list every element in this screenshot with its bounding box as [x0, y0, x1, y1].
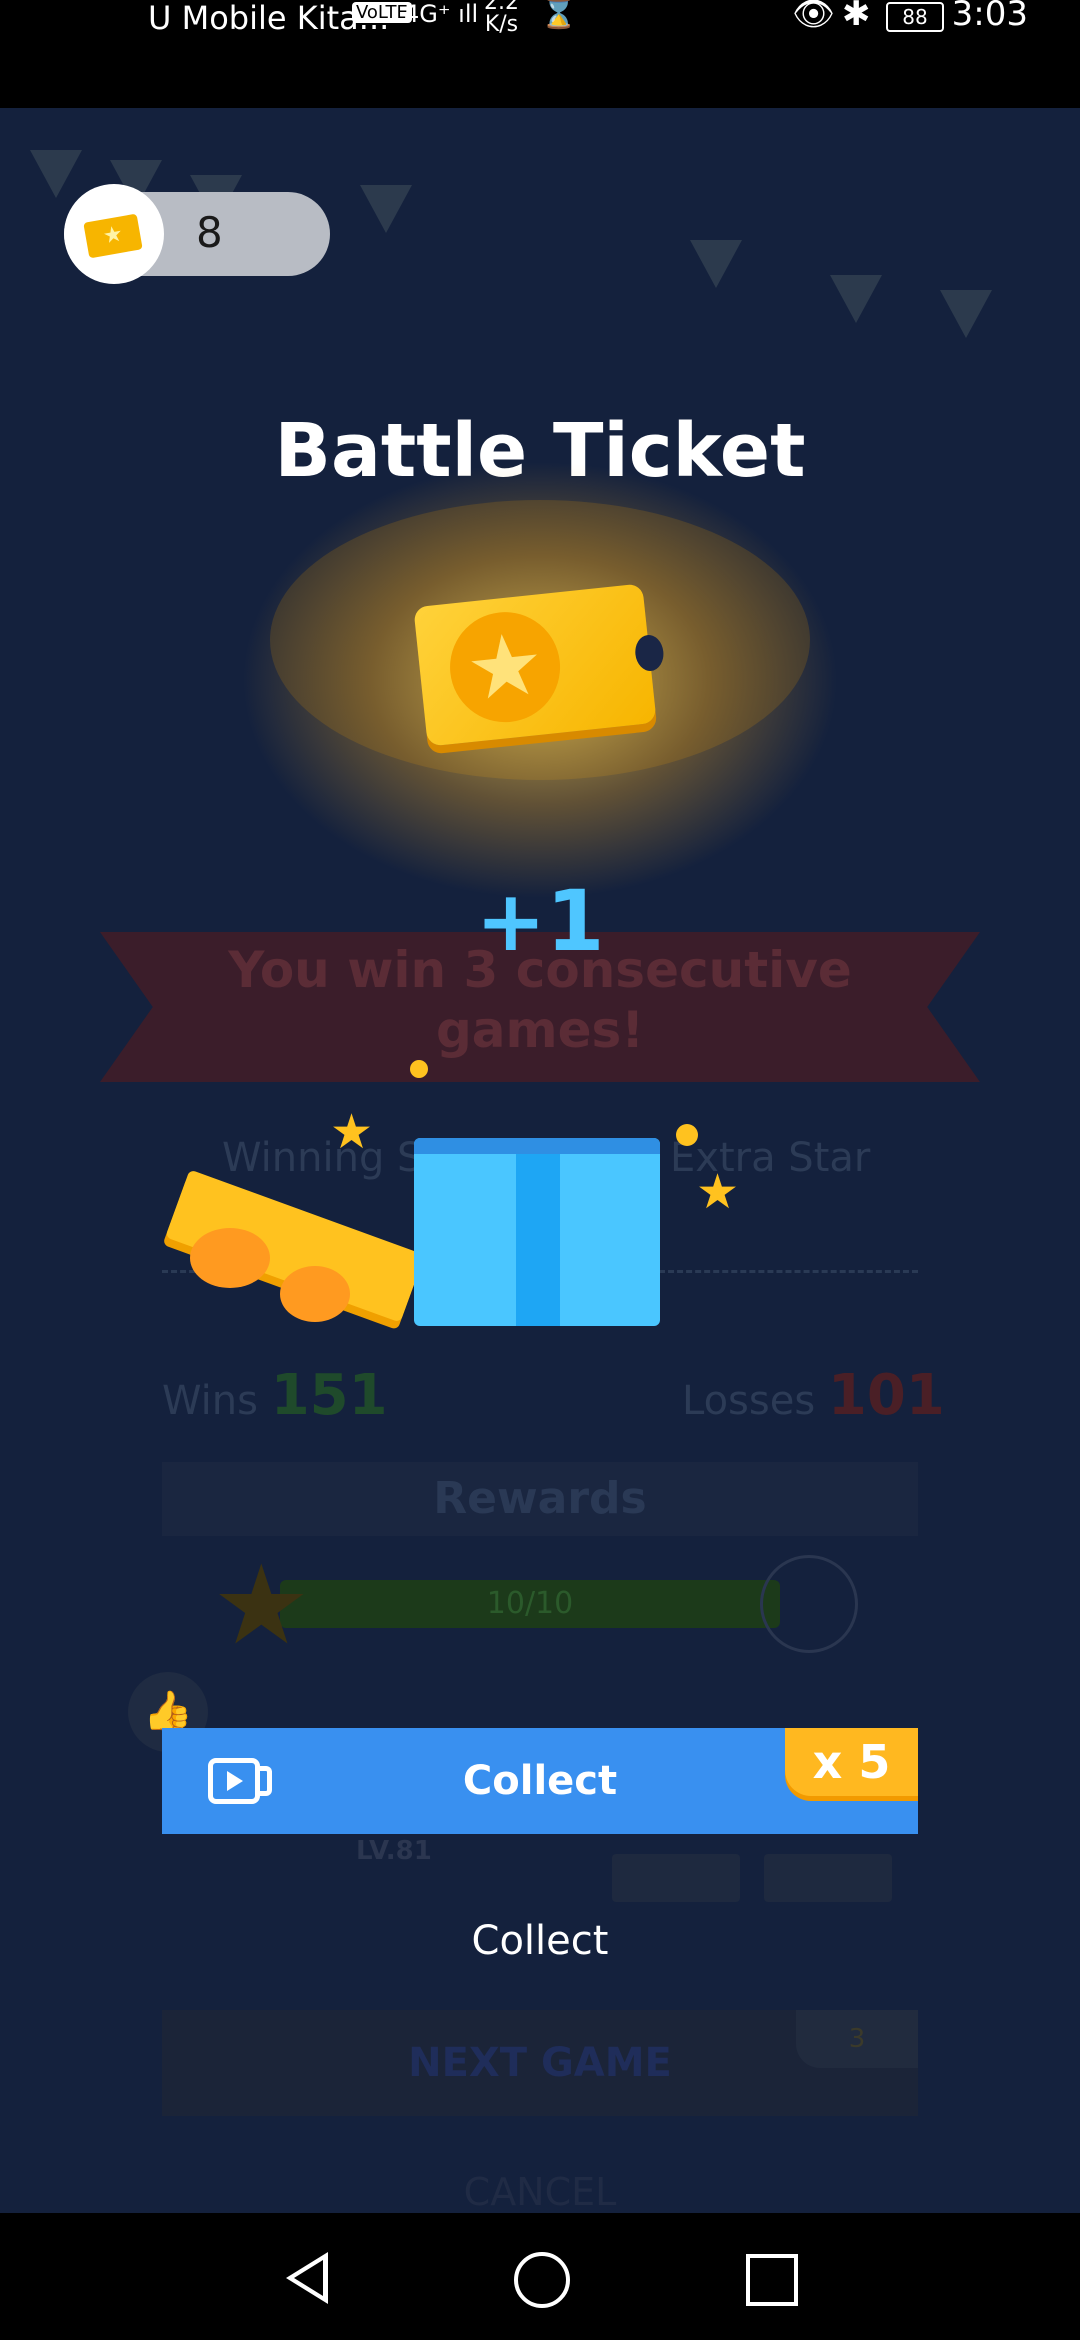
sparkle-star-icon: ★	[696, 1164, 740, 1220]
losses-value: 101	[827, 1363, 945, 1428]
multiplier-badge: x 5	[785, 1728, 918, 1796]
bunting-flag	[360, 185, 412, 233]
hourglass-icon: ⌛	[540, 0, 578, 31]
eye-comfort-icon: 👁	[792, 0, 844, 34]
bunting-flag	[30, 150, 82, 198]
gift-bow	[280, 1266, 350, 1322]
recent-apps-icon[interactable]	[746, 2254, 798, 2306]
bunting-flag	[940, 290, 992, 338]
winning-streak-label: Winning S	[222, 1135, 423, 1181]
gift-box-rim	[414, 1138, 660, 1154]
dislike-button	[612, 1854, 740, 1902]
player-level: LV.81	[356, 1836, 432, 1866]
star-icon: ★	[212, 1541, 311, 1669]
sparkle-dot	[676, 1124, 698, 1146]
network-speed: 2.2 K/s	[484, 0, 519, 36]
sparkle-star-icon: ★	[330, 1104, 374, 1160]
like-button	[764, 1854, 892, 1902]
bunting-flag	[830, 275, 882, 323]
bunting-flag	[690, 240, 742, 288]
wins-value: 151	[270, 1363, 388, 1428]
volte-badge: VoLTE	[352, 2, 412, 23]
cancel-link: CANCEL	[463, 2170, 617, 2214]
ticket-count: 8	[196, 208, 223, 257]
back-icon-inner	[294, 2260, 323, 2296]
next-game-cost: 3	[796, 2010, 918, 2068]
status-bar: U Mobile Kita... VoLTE 4G⁺ ıll 2.2 K/s ⌛…	[0, 0, 1080, 108]
rewards-progress: 10/10	[280, 1580, 780, 1628]
losses-label: Losses	[682, 1378, 816, 1424]
collect-button[interactable]: Collect	[0, 1918, 1080, 1964]
losses-stat: Losses 101	[682, 1363, 945, 1428]
ticket-reward-icon	[760, 1555, 858, 1653]
network-speed-unit: K/s	[484, 12, 519, 37]
wins-label: Wins	[162, 1378, 258, 1424]
wins-stat: Wins 151	[162, 1363, 388, 1428]
clock: 3:03	[951, 0, 1028, 34]
reward-amount: +1	[475, 872, 605, 970]
battle-ticket-icon: ★	[413, 583, 666, 747]
gift-box-ribbon	[516, 1138, 560, 1326]
star-icon: ★	[444, 606, 566, 728]
home-icon[interactable]	[514, 2252, 570, 2308]
rewards-header: Rewards	[162, 1462, 918, 1536]
bluetooth-icon: ✱	[842, 0, 879, 34]
sparkle-dot	[410, 1060, 428, 1078]
battery-icon: 88	[886, 2, 944, 32]
signal-icon: 4G⁺ ıll	[404, 0, 479, 28]
gift-bow	[190, 1228, 270, 1288]
